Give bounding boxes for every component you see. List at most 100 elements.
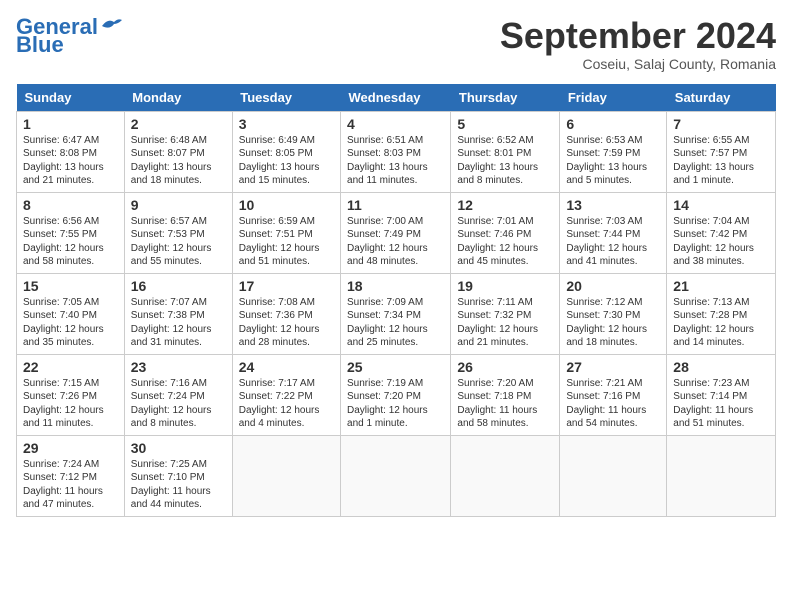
day-info: Sunrise: 7:15 AM Sunset: 7:26 PM Dayligh… [23, 377, 118, 431]
calendar-cell: 10 Sunrise: 6:59 AM Sunset: 7:51 PM Dayli… [232, 192, 340, 273]
weekday-header-tuesday: Tuesday [232, 84, 340, 112]
day-info: Sunrise: 7:05 AM Sunset: 7:40 PM Dayligh… [23, 296, 118, 350]
day-number: 6 [566, 116, 660, 132]
day-number: 20 [566, 278, 660, 294]
day-number: 13 [566, 197, 660, 213]
calendar-cell: 16 Sunrise: 7:07 AM Sunset: 7:38 PM Dayli… [124, 273, 232, 354]
day-number: 19 [457, 278, 553, 294]
calendar-cell: 30 Sunrise: 7:25 AM Sunset: 7:10 PM Dayli… [124, 435, 232, 516]
day-number: 16 [131, 278, 226, 294]
day-number: 30 [131, 440, 226, 456]
day-info: Sunrise: 7:01 AM Sunset: 7:46 PM Dayligh… [457, 215, 553, 269]
day-number: 1 [23, 116, 118, 132]
day-info: Sunrise: 7:00 AM Sunset: 7:49 PM Dayligh… [347, 215, 444, 269]
calendar-cell [232, 435, 340, 516]
day-number: 21 [673, 278, 769, 294]
weekday-header-sunday: Sunday [17, 84, 125, 112]
calendar-cell [667, 435, 776, 516]
calendar-cell: 26 Sunrise: 7:20 AM Sunset: 7:18 PM Dayli… [451, 354, 560, 435]
day-info: Sunrise: 6:49 AM Sunset: 8:05 PM Dayligh… [239, 134, 334, 188]
day-number: 23 [131, 359, 226, 375]
calendar-cell: 5 Sunrise: 6:52 AM Sunset: 8:01 PM Daylig… [451, 111, 560, 192]
day-info: Sunrise: 7:25 AM Sunset: 7:10 PM Dayligh… [131, 458, 226, 512]
day-info: Sunrise: 7:20 AM Sunset: 7:18 PM Dayligh… [457, 377, 553, 431]
weekday-header-row: SundayMondayTuesdayWednesdayThursdayFrid… [17, 84, 776, 112]
calendar-cell: 18 Sunrise: 7:09 AM Sunset: 7:34 PM Dayli… [341, 273, 451, 354]
day-info: Sunrise: 6:48 AM Sunset: 8:07 PM Dayligh… [131, 134, 226, 188]
calendar-cell: 24 Sunrise: 7:17 AM Sunset: 7:22 PM Dayli… [232, 354, 340, 435]
week-row-1: 1 Sunrise: 6:47 AM Sunset: 8:08 PM Daylig… [17, 111, 776, 192]
calendar-cell: 20Sunrise: 7:12 AM Sunset: 7:30 PM Dayli… [560, 273, 667, 354]
calendar-cell: 27 Sunrise: 7:21 AM Sunset: 7:16 PM Dayli… [560, 354, 667, 435]
logo-blue: Blue [16, 34, 64, 56]
day-info: Sunrise: 7:13 AM Sunset: 7:28 PM Dayligh… [673, 296, 769, 350]
week-row-3: 15 Sunrise: 7:05 AM Sunset: 7:40 PM Dayli… [17, 273, 776, 354]
day-number: 15 [23, 278, 118, 294]
day-number: 14 [673, 197, 769, 213]
weekday-header-thursday: Thursday [451, 84, 560, 112]
calendar-cell: 6 Sunrise: 6:53 AM Sunset: 7:59 PM Daylig… [560, 111, 667, 192]
calendar-cell: 1 Sunrise: 6:47 AM Sunset: 8:08 PM Daylig… [17, 111, 125, 192]
day-info: Sunrise: 7:21 AM Sunset: 7:16 PM Dayligh… [566, 377, 660, 431]
calendar-cell: 14 Sunrise: 7:04 AM Sunset: 7:42 PM Dayli… [667, 192, 776, 273]
day-number: 17 [239, 278, 334, 294]
weekday-header-monday: Monday [124, 84, 232, 112]
calendar-cell: 12Sunrise: 7:01 AM Sunset: 7:46 PM Dayli… [451, 192, 560, 273]
day-number: 24 [239, 359, 334, 375]
day-info: Sunrise: 6:47 AM Sunset: 8:08 PM Dayligh… [23, 134, 118, 188]
calendar-cell [451, 435, 560, 516]
calendar-cell [341, 435, 451, 516]
day-info: Sunrise: 6:52 AM Sunset: 8:01 PM Dayligh… [457, 134, 553, 188]
day-info: Sunrise: 6:53 AM Sunset: 7:59 PM Dayligh… [566, 134, 660, 188]
day-info: Sunrise: 7:16 AM Sunset: 7:24 PM Dayligh… [131, 377, 226, 431]
day-number: 26 [457, 359, 553, 375]
day-number: 18 [347, 278, 444, 294]
day-info: Sunrise: 7:04 AM Sunset: 7:42 PM Dayligh… [673, 215, 769, 269]
title-area: September 2024 Coseiu, Salaj County, Rom… [500, 16, 776, 72]
day-number: 5 [457, 116, 553, 132]
day-info: Sunrise: 6:59 AM Sunset: 7:51 PM Dayligh… [239, 215, 334, 269]
weekday-header-wednesday: Wednesday [341, 84, 451, 112]
page-header: General Blue September 2024 Coseiu, Sala… [16, 16, 776, 72]
day-number: 8 [23, 197, 118, 213]
day-info: Sunrise: 7:19 AM Sunset: 7:20 PM Dayligh… [347, 377, 444, 431]
day-info: Sunrise: 7:24 AM Sunset: 7:12 PM Dayligh… [23, 458, 118, 512]
day-number: 3 [239, 116, 334, 132]
calendar-cell [560, 435, 667, 516]
day-number: 11 [347, 197, 444, 213]
day-info: Sunrise: 6:57 AM Sunset: 7:53 PM Dayligh… [131, 215, 226, 269]
logo-bird-icon [100, 16, 122, 34]
calendar-table: SundayMondayTuesdayWednesdayThursdayFrid… [16, 84, 776, 517]
calendar-cell: 3 Sunrise: 6:49 AM Sunset: 8:05 PM Daylig… [232, 111, 340, 192]
day-info: Sunrise: 7:17 AM Sunset: 7:22 PM Dayligh… [239, 377, 334, 431]
day-info: Sunrise: 7:03 AM Sunset: 7:44 PM Dayligh… [566, 215, 660, 269]
day-number: 2 [131, 116, 226, 132]
location: Coseiu, Salaj County, Romania [500, 56, 776, 72]
day-info: Sunrise: 7:07 AM Sunset: 7:38 PM Dayligh… [131, 296, 226, 350]
month-title: September 2024 [500, 16, 776, 56]
day-number: 4 [347, 116, 444, 132]
day-info: Sunrise: 7:09 AM Sunset: 7:34 PM Dayligh… [347, 296, 444, 350]
day-number: 29 [23, 440, 118, 456]
week-row-5: 29 Sunrise: 7:24 AM Sunset: 7:12 PM Dayli… [17, 435, 776, 516]
day-number: 10 [239, 197, 334, 213]
day-info: Sunrise: 7:08 AM Sunset: 7:36 PM Dayligh… [239, 296, 334, 350]
calendar-cell: 4 Sunrise: 6:51 AM Sunset: 8:03 PM Daylig… [341, 111, 451, 192]
calendar-cell: 22Sunrise: 7:15 AM Sunset: 7:26 PM Dayli… [17, 354, 125, 435]
calendar-cell: 25Sunrise: 7:19 AM Sunset: 7:20 PM Dayli… [341, 354, 451, 435]
calendar-cell: 8 Sunrise: 6:56 AM Sunset: 7:55 PM Daylig… [17, 192, 125, 273]
calendar-cell: 2 Sunrise: 6:48 AM Sunset: 8:07 PM Daylig… [124, 111, 232, 192]
day-info: Sunrise: 6:51 AM Sunset: 8:03 PM Dayligh… [347, 134, 444, 188]
logo: General Blue [16, 16, 122, 56]
calendar-cell: 29 Sunrise: 7:24 AM Sunset: 7:12 PM Dayli… [17, 435, 125, 516]
weekday-header-saturday: Saturday [667, 84, 776, 112]
day-number: 28 [673, 359, 769, 375]
day-number: 9 [131, 197, 226, 213]
calendar-cell: 17 Sunrise: 7:08 AM Sunset: 7:36 PM Dayli… [232, 273, 340, 354]
weekday-header-friday: Friday [560, 84, 667, 112]
day-number: 7 [673, 116, 769, 132]
calendar-cell: 9 Sunrise: 6:57 AM Sunset: 7:53 PM Daylig… [124, 192, 232, 273]
day-number: 27 [566, 359, 660, 375]
calendar-cell: 7Sunrise: 6:55 AM Sunset: 7:57 PM Daylig… [667, 111, 776, 192]
day-info: Sunrise: 6:56 AM Sunset: 7:55 PM Dayligh… [23, 215, 118, 269]
